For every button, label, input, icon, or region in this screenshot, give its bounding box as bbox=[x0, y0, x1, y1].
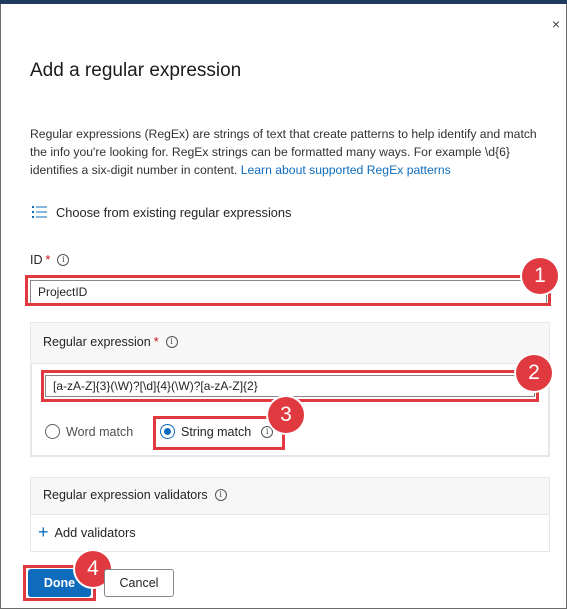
info-icon[interactable]: i bbox=[57, 254, 70, 266]
required-mark: * bbox=[45, 253, 51, 267]
choose-existing-button[interactable]: Choose from existing regular expressions bbox=[32, 202, 291, 222]
info-icon[interactable]: i bbox=[165, 336, 178, 348]
close-icon[interactable]: × bbox=[549, 15, 563, 33]
callout-badge-3: 3 bbox=[268, 397, 304, 433]
validators-label: Regular expression validators i bbox=[43, 488, 227, 502]
radio-button[interactable] bbox=[45, 424, 60, 439]
callout-badge-2: 2 bbox=[516, 355, 552, 391]
callout-box-1 bbox=[25, 275, 551, 306]
regex-label: Regular expression * i bbox=[43, 335, 178, 349]
cancel-button[interactable]: Cancel bbox=[104, 569, 174, 597]
id-label-text: ID bbox=[30, 253, 43, 267]
info-icon[interactable]: i bbox=[214, 489, 227, 501]
list-icon bbox=[32, 206, 47, 218]
id-label: ID * i bbox=[30, 253, 70, 267]
callout-box-3 bbox=[153, 416, 285, 450]
regex-label-text: Regular expression bbox=[43, 335, 151, 349]
required-mark: * bbox=[153, 335, 159, 349]
word-match-radio[interactable]: Word match bbox=[45, 424, 133, 439]
callout-badge-1: 1 bbox=[522, 258, 558, 294]
choose-existing-label: Choose from existing regular expressions bbox=[56, 204, 292, 220]
learn-regex-link[interactable]: Learn about supported RegEx patterns bbox=[241, 163, 451, 177]
word-match-label: Word match bbox=[66, 424, 134, 439]
plus-icon: + bbox=[38, 522, 49, 542]
top-bar bbox=[0, 0, 567, 4]
dialog-title: Add a regular expression bbox=[30, 60, 242, 81]
validators-label-text: Regular expression validators bbox=[43, 488, 208, 502]
description: Regular expressions (RegEx) are strings … bbox=[30, 125, 550, 179]
add-validators-button[interactable]: + Add validators bbox=[38, 522, 136, 542]
add-validators-label: Add validators bbox=[54, 524, 136, 540]
